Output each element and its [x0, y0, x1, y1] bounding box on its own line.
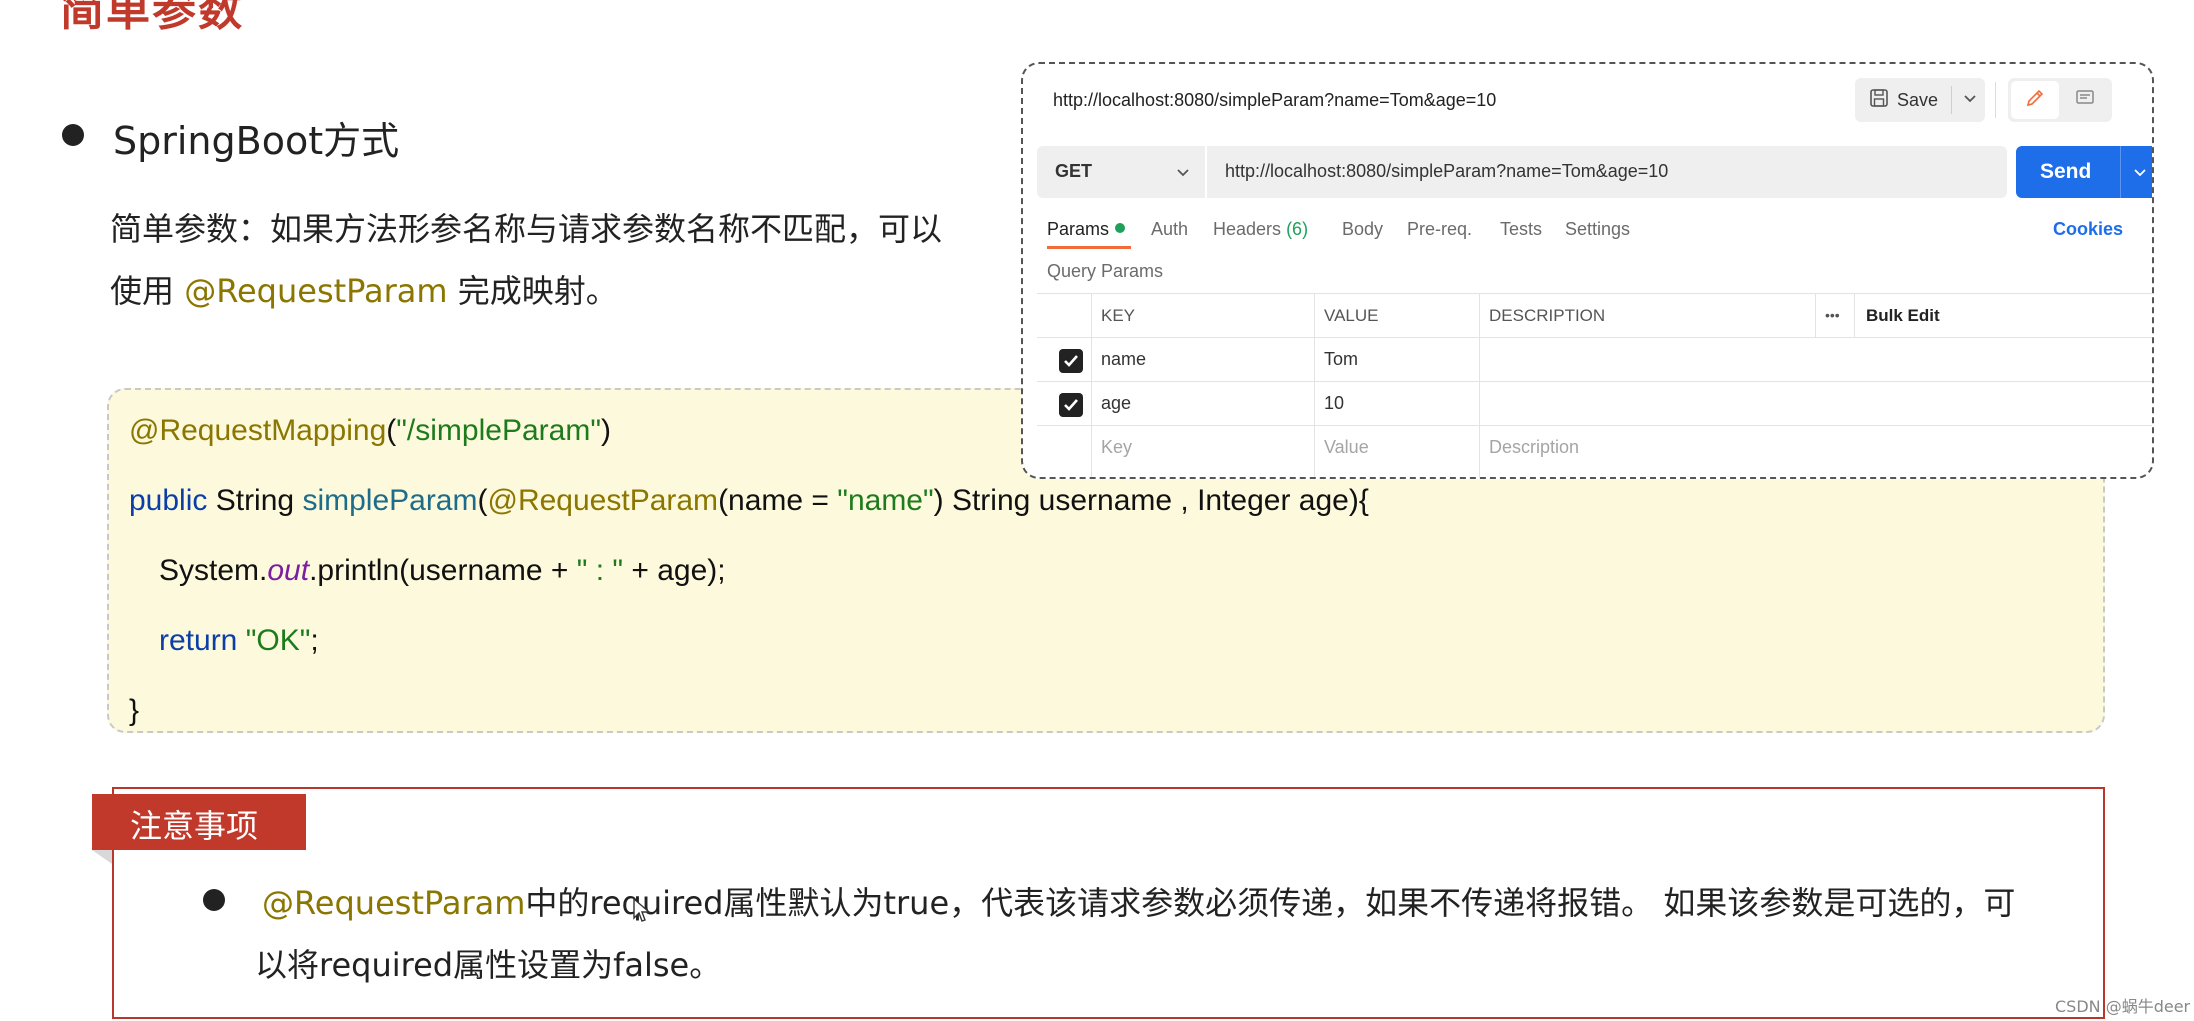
active-tab-indicator — [1047, 246, 1131, 249]
cookies-link[interactable]: Cookies — [2053, 219, 2123, 240]
table-row: age 10 — [1037, 382, 2152, 426]
code-text: ( — [386, 414, 397, 447]
code-string: " : " — [576, 554, 624, 587]
code-text: String — [207, 484, 303, 517]
param-key[interactable]: age — [1101, 382, 1131, 425]
key-placeholder[interactable]: Key — [1101, 426, 1132, 469]
code-text: (name = — [718, 484, 838, 517]
desc-text: 使用 — [110, 272, 185, 310]
tag-fold — [92, 850, 112, 864]
checkbox-checked[interactable] — [1059, 393, 1083, 417]
url-input[interactable]: http://localhost:8080/simpleParam?name=T… — [1207, 146, 2007, 198]
request-title[interactable]: http://localhost:8080/simpleParam?name=T… — [1053, 90, 1496, 111]
code-keyword: public — [129, 484, 208, 517]
code-text: ( — [477, 484, 488, 517]
send-label: Send — [2040, 160, 2092, 183]
description-placeholder[interactable]: Description — [1489, 426, 1579, 469]
save-button[interactable]: Save — [1855, 78, 1985, 122]
tab-prereq[interactable]: Pre-req. — [1407, 219, 1472, 240]
tab-auth[interactable]: Auth — [1151, 219, 1188, 240]
chevron-down-icon[interactable] — [1960, 88, 1980, 113]
comment-icon — [2074, 87, 2096, 114]
mouse-cursor-icon — [633, 897, 651, 928]
param-value[interactable]: Tom — [1324, 338, 1358, 381]
query-params-label: Query Params — [1047, 261, 1164, 281]
view-toggle — [2008, 78, 2112, 122]
code-string: "/simpleParam" — [396, 414, 601, 447]
notice-text: 中的required属性默认为true，代表该请求参数必须传递，如果不传递将报错… — [525, 884, 2016, 922]
tab-body[interactable]: Body — [1342, 219, 1383, 240]
code-line-4: return "OK"; — [159, 624, 319, 658]
code-annotation: @RequestParam — [487, 484, 719, 517]
notice-annotation: @RequestParam — [262, 884, 526, 922]
bulk-edit-button[interactable]: Bulk Edit — [1866, 294, 1940, 337]
params-table: KEY VALUE DESCRIPTION ••• Bulk Edit name… — [1037, 293, 2152, 477]
code-line-5: } — [129, 694, 140, 727]
divider — [1995, 82, 1996, 118]
desc-text: 完成映射。 — [447, 272, 618, 310]
code-method: simpleParam — [302, 484, 478, 517]
save-icon — [1869, 88, 1889, 113]
column-header-description: DESCRIPTION — [1489, 306, 1606, 325]
checkbox-checked[interactable] — [1059, 349, 1083, 373]
chevron-down-icon[interactable] — [2130, 162, 2150, 187]
code-text: + age); — [623, 554, 726, 587]
chevron-down-icon — [1173, 162, 1193, 187]
code-text: ) String username , Integer age){ — [933, 484, 1369, 517]
column-header-value: VALUE — [1324, 306, 1379, 325]
bullet-dot — [203, 889, 225, 911]
headers-count: (6) — [1286, 219, 1309, 239]
code-text: .println(username + — [309, 554, 577, 587]
column-header-key: KEY — [1101, 306, 1136, 325]
edit-button[interactable] — [2011, 81, 2059, 119]
method-value: GET — [1055, 161, 1093, 181]
tab-label: Headers — [1213, 219, 1282, 239]
slide-title: 简单参数 — [60, 0, 244, 36]
status-dot-icon — [1115, 223, 1126, 234]
code-string: "OK" — [245, 624, 311, 657]
code-text: ; — [310, 624, 319, 657]
tab-settings[interactable]: Settings — [1565, 219, 1630, 240]
code-string: "name" — [837, 484, 934, 517]
send-button[interactable]: Send — [2016, 146, 2152, 198]
table-row-empty: Key Value Description — [1037, 426, 2152, 469]
method-select[interactable]: GET — [1037, 146, 1205, 198]
watermark: CSDN @蜗牛deer — [2055, 997, 2191, 1016]
value-placeholder[interactable]: Value — [1324, 426, 1369, 469]
tab-tests[interactable]: Tests — [1500, 219, 1542, 240]
description-line-2: 使用 @RequestParam 完成映射。 — [110, 260, 618, 322]
divider — [2120, 146, 2121, 198]
tab-label: Params — [1047, 219, 1110, 239]
code-text: ) — [600, 414, 611, 447]
param-value[interactable]: 10 — [1324, 382, 1344, 425]
url-value: http://localhost:8080/simpleParam?name=T… — [1225, 161, 1669, 181]
bullet-heading: SpringBoot方式 — [113, 119, 400, 163]
divider — [1951, 86, 1952, 114]
code-line-2: public String simpleParam(@RequestParam(… — [129, 484, 1369, 518]
notice-line-1: @RequestParam中的required属性默认为true，代表该请求参数… — [262, 878, 2015, 924]
code-field: out — [267, 554, 310, 587]
table-row: name Tom — [1037, 338, 2152, 382]
tab-headers[interactable]: Headers (6) — [1213, 219, 1308, 240]
save-label: Save — [1897, 89, 1939, 110]
code-annotation: @RequestMapping — [129, 414, 387, 447]
postman-panel: http://localhost:8080/simpleParam?name=T… — [1021, 62, 2154, 479]
comment-button[interactable] — [2061, 81, 2109, 119]
description-line-1: 简单参数：如果方法形参名称与请求参数名称不匹配，可以 — [110, 210, 943, 248]
pencil-icon — [2024, 87, 2046, 114]
tab-params[interactable]: Params — [1047, 219, 1126, 240]
code-keyword: return — [159, 624, 238, 657]
param-key[interactable]: name — [1101, 338, 1146, 381]
code-line-1: @RequestMapping("/simpleParam") — [129, 414, 611, 448]
table-header-row: KEY VALUE DESCRIPTION ••• Bulk Edit — [1037, 294, 2152, 338]
bullet-dot — [62, 124, 84, 146]
code-text: System. — [159, 554, 268, 587]
desc-annotation: @RequestParam — [184, 272, 448, 310]
notice-tag-label: 注意事项 — [130, 807, 259, 845]
notice-line-2: 以将required属性设置为false。 — [255, 946, 722, 984]
code-line-3: System.out.println(username + " : " + ag… — [159, 554, 726, 588]
more-options-button[interactable]: ••• — [1825, 294, 1840, 337]
